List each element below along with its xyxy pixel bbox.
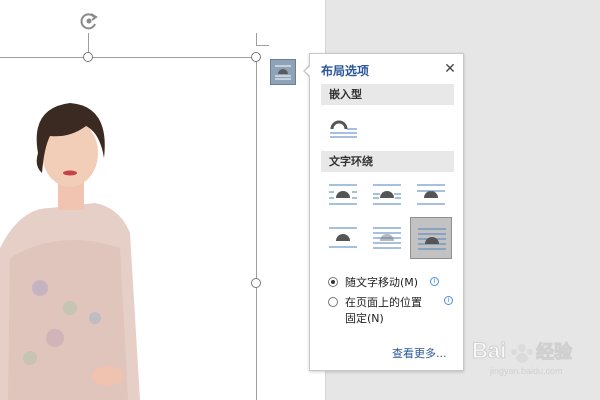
wrap-tight-option[interactable] — [367, 175, 407, 215]
layout-options-icon — [273, 62, 293, 82]
wrap-in-front-option[interactable] — [410, 217, 452, 259]
selection-border-top — [0, 57, 257, 58]
panel-title: 布局选项 — [321, 64, 370, 78]
watermark-logo: Bai 经验 jingyan.baidu.com — [470, 332, 596, 380]
move-with-text-label[interactable]: 随文字移动(M) — [345, 274, 418, 290]
info-icon[interactable]: i — [430, 277, 439, 286]
wrap-behind-text-icon — [373, 227, 401, 249]
close-icon[interactable]: ✕ — [442, 61, 458, 77]
layout-options-button[interactable] — [270, 59, 296, 85]
rotate-handle-icon[interactable] — [78, 10, 100, 32]
inline-with-text-option[interactable] — [323, 108, 363, 148]
resize-handle-top[interactable] — [83, 52, 93, 62]
panel-arrow-inner — [305, 65, 311, 77]
wrap-top-bottom-option[interactable] — [323, 218, 363, 258]
wrap-tight-icon — [373, 184, 401, 205]
wrap-top-bottom-icon — [329, 227, 357, 248]
wrap-square-option[interactable] — [323, 175, 363, 215]
section-wrap-header: 文字环绕 — [321, 151, 454, 172]
resize-handle-top-right[interactable] — [251, 52, 261, 62]
inserted-picture[interactable] — [0, 58, 257, 400]
fix-position-label-line1[interactable]: 在页面上的位置 — [345, 294, 422, 310]
wrap-through-icon — [417, 184, 445, 205]
inline-layout-icon — [330, 120, 357, 138]
see-more-link[interactable]: 查看更多... — [392, 345, 447, 361]
wrap-through-option[interactable] — [411, 175, 451, 215]
fix-position-label-line2[interactable]: 固定(N) — [345, 310, 384, 326]
layout-options-panel: 布局选项 ✕ 嵌入型 文字环绕 随文字移动(M) i 在页面上的位置 固定(N)… — [309, 53, 464, 371]
info-icon[interactable]: i — [444, 296, 453, 305]
section-inline-header: 嵌入型 — [321, 84, 454, 105]
move-with-text-radio[interactable] — [328, 277, 338, 287]
page-corner-mark — [256, 33, 269, 46]
svg-text:经验: 经验 — [536, 341, 573, 363]
fix-position-radio[interactable] — [328, 297, 338, 307]
wrap-square-icon — [329, 184, 357, 205]
svg-text:Bai: Bai — [472, 338, 506, 363]
wrap-behind-text-option[interactable] — [367, 218, 407, 258]
selection-border-right — [256, 57, 257, 400]
resize-handle-right[interactable] — [251, 278, 261, 288]
svg-text:jingyan.baidu.com: jingyan.baidu.com — [489, 366, 563, 376]
wrap-in-front-icon — [418, 228, 446, 250]
